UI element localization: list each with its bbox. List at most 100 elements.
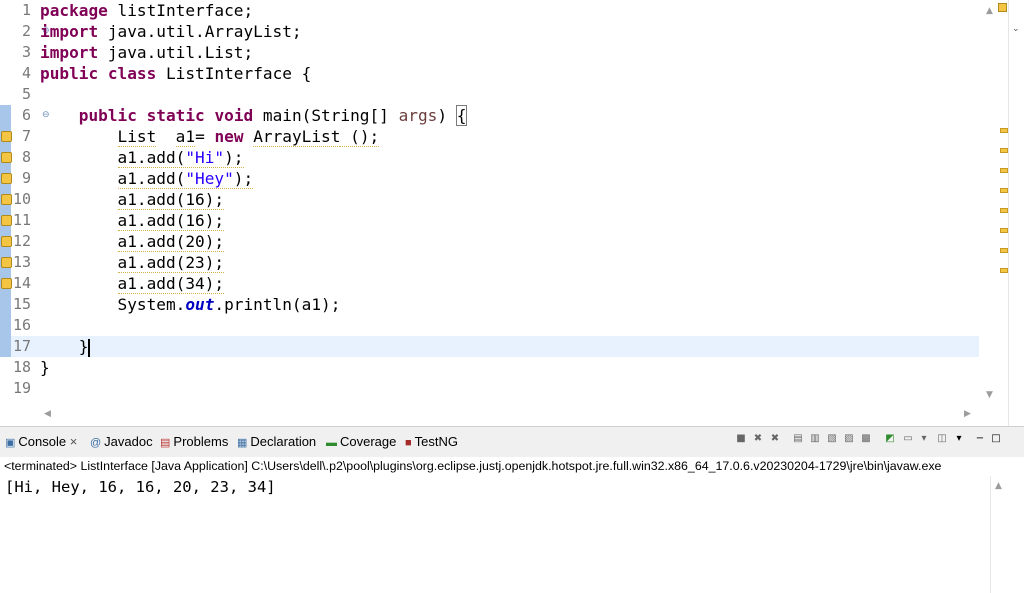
- close-icon[interactable]: ×: [70, 434, 78, 449]
- scroll-right-icon[interactable]: ▶: [964, 409, 971, 419]
- code-token: a1.add(16);: [117, 211, 225, 231]
- parameter-token: args: [398, 106, 438, 125]
- tab-declaration[interactable]: ▦ Declaration: [237, 434, 316, 450]
- overview-marker[interactable]: [1000, 168, 1008, 173]
- code-line: List a1= new ArrayList ();: [40, 126, 380, 147]
- editor-horizontal-scrollbar[interactable]: ◀ ▶: [40, 405, 980, 423]
- overview-marker[interactable]: [1000, 208, 1008, 213]
- maximize-icon[interactable]: □: [990, 433, 1002, 445]
- view-tab-bar: ▣ Console × @ Javadoc ▤ Problems ▦ Declarati…: [0, 427, 1024, 457]
- tab-label: Console: [18, 434, 67, 449]
- terminate-icon[interactable]: ■: [735, 433, 747, 445]
- view-menu-icon[interactable]: ▾: [953, 433, 965, 445]
- line-number: 10: [12, 190, 31, 208]
- tab-label: Javadoc: [104, 434, 153, 449]
- code-line: }: [40, 336, 90, 357]
- matching-bracket: {: [455, 105, 468, 126]
- line-number: 16: [12, 316, 31, 334]
- current-line-highlight: [11, 336, 979, 357]
- javadoc-icon: @: [90, 437, 102, 449]
- line-number: 7: [21, 127, 31, 145]
- clear-console-icon[interactable]: ▤: [792, 433, 804, 445]
- code-token: }: [78, 337, 89, 356]
- code-line: public static void main(String[] args) {: [40, 105, 468, 126]
- scroll-lock-icon[interactable]: ▥: [809, 433, 821, 445]
- keyword-token: new: [214, 127, 244, 146]
- show-on-error-icon[interactable]: ▩: [860, 433, 872, 445]
- overview-marker[interactable]: [1000, 128, 1008, 133]
- line-number: 18: [12, 358, 31, 376]
- overview-marker[interactable]: [1000, 268, 1008, 273]
- side-panel-edge: ⌄: [1008, 0, 1024, 426]
- line-number: 11: [12, 211, 31, 229]
- tab-console[interactable]: ▣ Console ×: [5, 434, 77, 450]
- chevron-down-icon[interactable]: ⌄: [1012, 24, 1020, 34]
- scroll-up-icon[interactable]: ▲: [995, 481, 1002, 491]
- testng-icon: ■: [405, 437, 412, 449]
- code-token: =: [195, 127, 215, 146]
- overview-warning-icon[interactable]: [998, 3, 1007, 12]
- code-line: a1.add(23);: [40, 252, 225, 273]
- code-token: );: [224, 148, 244, 167]
- line-number: 5: [21, 85, 31, 103]
- display-console-icon[interactable]: ▭: [902, 433, 914, 445]
- console-output[interactable]: [Hi, Hey, 16, 16, 20, 23, 34]: [5, 477, 276, 497]
- overview-marker[interactable]: [1000, 188, 1008, 193]
- code-line: a1.add("Hey");: [40, 168, 254, 189]
- console-vertical-scrollbar[interactable]: ▲: [990, 476, 1009, 593]
- keyword-token: static: [146, 106, 205, 125]
- code-line: import java.util.ArrayList;: [40, 21, 302, 42]
- keyword-token: class: [107, 64, 157, 83]
- code-line: a1.add(16);: [40, 210, 225, 231]
- declaration-icon: ▦: [237, 437, 248, 449]
- remove-all-icon[interactable]: ✖: [769, 433, 781, 445]
- dropdown-arrow-icon[interactable]: ▾: [918, 433, 930, 445]
- overview-marker[interactable]: [1000, 228, 1008, 233]
- line-number: 13: [12, 253, 31, 271]
- scroll-down-icon[interactable]: ▼: [986, 390, 993, 400]
- code-token: a1.add(20);: [117, 232, 225, 252]
- tab-coverage[interactable]: ▬ Coverage: [326, 434, 396, 450]
- code-line: package listInterface;: [40, 0, 253, 21]
- code-line: a1.add("Hi");: [40, 147, 244, 168]
- word-wrap-icon[interactable]: ▧: [826, 433, 838, 445]
- line-number: 6: [21, 106, 31, 124]
- keyword-token: public: [40, 64, 99, 83]
- tab-javadoc[interactable]: @ Javadoc: [90, 434, 153, 450]
- code-token: main(String[]: [253, 106, 399, 125]
- line-number: 14: [12, 274, 31, 292]
- code-line: public class ListInterface {: [40, 63, 311, 84]
- code-line: a1.add(16);: [40, 189, 225, 210]
- code-token: a1.add(23);: [117, 253, 225, 273]
- scroll-left-icon[interactable]: ◀: [44, 409, 51, 419]
- line-number: 8: [21, 148, 31, 166]
- tab-label: Coverage: [340, 434, 397, 449]
- line-number: 9: [21, 169, 31, 187]
- code-token: );: [233, 169, 254, 188]
- keyword-token: void: [214, 106, 254, 125]
- console-status: <terminated> ListInterface [Java Applica…: [4, 459, 942, 473]
- code-line: a1.add(20);: [40, 231, 225, 252]
- code-token: ();: [340, 127, 380, 147]
- code-token: ArrayList: [253, 127, 341, 147]
- code-line: import java.util.List;: [40, 42, 253, 63]
- overview-marker[interactable]: [1000, 248, 1008, 253]
- show-on-output-icon[interactable]: ▨: [843, 433, 855, 445]
- pin-console-icon[interactable]: ◩: [884, 433, 896, 445]
- line-number: 17: [12, 337, 31, 355]
- console-view: ▣ Console × @ Javadoc ▤ Problems ▦ Declarati…: [0, 426, 1024, 593]
- remove-launch-icon[interactable]: ✖: [752, 433, 764, 445]
- code-token: listInterface;: [107, 1, 254, 20]
- coverage-icon: ▬: [326, 437, 337, 449]
- scroll-up-icon[interactable]: ▲: [986, 6, 993, 16]
- editor-vertical-scrollbar[interactable]: ▲ ▼: [980, 0, 1000, 405]
- line-number: 3: [21, 43, 31, 61]
- tab-testng[interactable]: ■ TestNG: [405, 434, 458, 450]
- code-editor[interactable]: 1 2 3 4 5 6 7 8 9 10 11 12 13 14 15 16 1…: [0, 0, 1024, 426]
- field-token: out: [185, 295, 215, 314]
- overview-marker[interactable]: [1000, 148, 1008, 153]
- open-console-icon[interactable]: ◫: [936, 433, 948, 445]
- minimize-icon[interactable]: −: [974, 433, 986, 445]
- tab-problems[interactable]: ▤ Problems: [160, 434, 228, 450]
- keyword-token: public: [78, 106, 137, 125]
